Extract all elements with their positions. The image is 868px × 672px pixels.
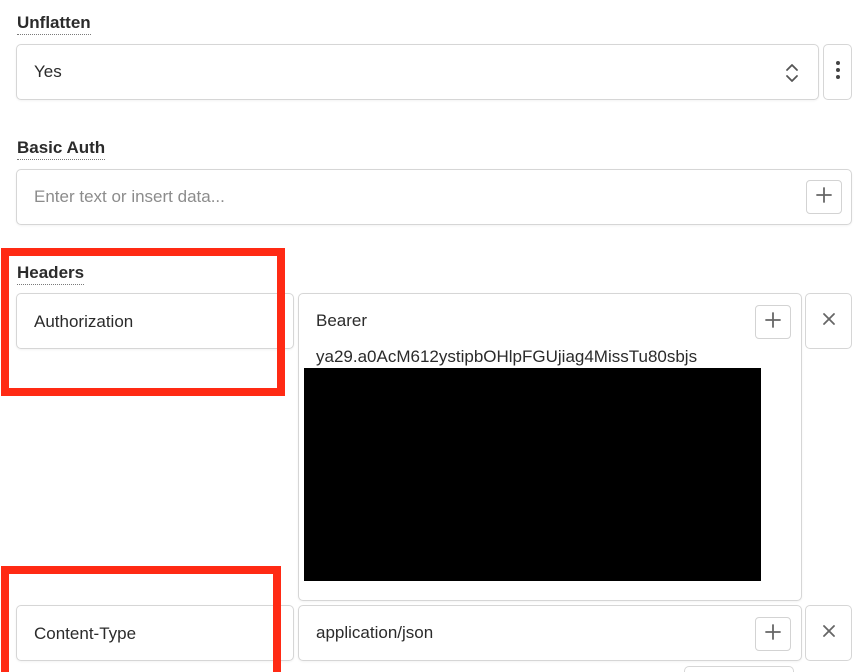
header-value-line1: application/json [316, 623, 434, 642]
plus-icon [764, 623, 782, 646]
header-value-insert-data-button[interactable] [755, 305, 791, 339]
redacted-token-block [304, 368, 761, 581]
basic-auth-placeholder: Enter text or insert data... [34, 187, 225, 206]
plus-icon [764, 311, 782, 334]
header-value-line2: ya29.a0AcM612ystipbOHlpFGUjiag4MissTu80s… [316, 347, 698, 366]
unflatten-label: Unflatten [17, 13, 91, 35]
unflatten-select[interactable]: Yes [16, 44, 819, 100]
remove-header-button[interactable] [805, 293, 852, 349]
basic-auth-insert-data-button[interactable] [806, 180, 842, 214]
plus-icon [815, 186, 833, 209]
header-value-input[interactable]: application/json [298, 605, 802, 661]
close-icon [822, 312, 836, 331]
vertical-ellipsis-icon [835, 59, 841, 86]
header-value-insert-data-button[interactable] [755, 617, 791, 651]
basic-auth-input[interactable]: Enter text or insert data... [16, 169, 852, 225]
basic-auth-label: Basic Auth [17, 138, 106, 160]
header-value-line1: Bearer [316, 311, 368, 330]
chevron-up-down-icon [784, 62, 800, 84]
highlight-box [1, 566, 281, 672]
add-header-button[interactable] [684, 666, 794, 672]
unflatten-menu-button[interactable] [823, 44, 852, 100]
remove-header-button[interactable] [805, 605, 852, 661]
highlight-box [1, 248, 285, 396]
unflatten-select-value: Yes [34, 62, 62, 81]
close-icon [822, 624, 836, 643]
